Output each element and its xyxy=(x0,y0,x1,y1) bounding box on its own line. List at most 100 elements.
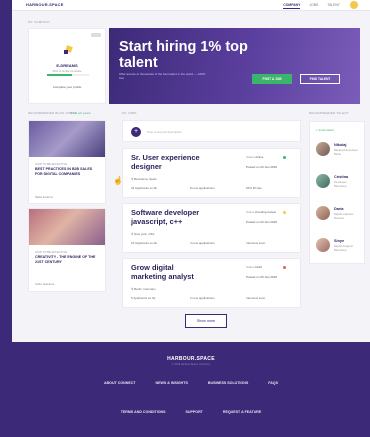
footer-link-support[interactable]: SUPPORT xyxy=(186,410,203,414)
talent-name: Sinye xyxy=(334,239,345,243)
avatar xyxy=(316,238,330,252)
blog-post-author: Nikita Fedorov xyxy=(35,195,54,199)
blog-post-author: Svitlo Sokolova xyxy=(35,282,55,286)
complete-profile-link[interactable]: Complete your profile xyxy=(29,85,105,89)
profile-progress-bar xyxy=(47,74,89,76)
footer-link-faqs[interactable]: FAQS xyxy=(268,381,278,385)
company-logo-icon xyxy=(64,45,73,54)
talent-name: Nikolaj xyxy=(334,143,347,147)
recommended-talent-panel: + Invite talent Nikolaj Backend develope… xyxy=(309,121,365,264)
footer-link-news[interactable]: NEWS & INSIGHTS xyxy=(156,381,188,385)
hero-subtitle: Offer access to thousands of the best ta… xyxy=(119,72,206,80)
avatar xyxy=(316,174,330,188)
job-status-value: Active xyxy=(255,155,264,159)
status-dot-icon xyxy=(283,211,286,214)
job-date-value: 25 Jan 2018 xyxy=(260,275,277,279)
new-job-placeholder: Post a new job description xyxy=(147,130,183,134)
job-status: Status Draft xyxy=(246,265,262,269)
job-new-applications: 8 new applications xyxy=(190,186,215,190)
job-date-value: 22 Jan 2018 xyxy=(260,220,277,224)
job-location: ⚲ New york, USA xyxy=(131,232,155,236)
footer-link-terms[interactable]: TERMS AND CONDITIONS xyxy=(121,410,166,414)
job-status: Status Active xyxy=(246,155,263,159)
job-date-label: Posted on xyxy=(246,220,260,224)
job-title[interactable]: Software developer javascript, c++ xyxy=(131,208,211,226)
find-talent-button[interactable]: FIND TALENT xyxy=(300,74,340,84)
footer-links-row: ABOUT CONNECT NEWS & INSIGHTS BUSINESS S… xyxy=(12,381,370,385)
job-extra: Interview soon xyxy=(246,296,266,300)
status-dot-icon xyxy=(283,156,286,159)
job-status-label: Status xyxy=(246,155,255,159)
main-page: HARBOUR.SPACE COMPANY JOBS TALENT MY COM… xyxy=(12,0,370,342)
job-card[interactable]: Sr. User experience designer ⚲ Barcelona… xyxy=(122,148,301,198)
footer-link-request[interactable]: REQUEST A FEATURE xyxy=(223,410,261,414)
status-dot-icon xyxy=(283,266,286,269)
nav-links: COMPANY JOBS TALENT xyxy=(283,3,340,9)
talent-location: Barcelona xyxy=(334,248,347,252)
view-all-posts-link[interactable]: View all posts xyxy=(70,111,91,115)
blog-post-title[interactable]: BEST PRACTICES IN B2B SALES FOR DIGITAL … xyxy=(35,167,97,177)
job-title[interactable]: Sr. User experience designer xyxy=(131,153,211,171)
nav-link-talent[interactable]: TALENT xyxy=(327,3,340,9)
blog-post-image xyxy=(29,121,105,157)
hero-title: Start hiring 1% top talent xyxy=(119,39,248,71)
job-location-text: Barcelona, Spain xyxy=(134,177,157,181)
job-card[interactable]: Software developer javascript, c++ ⚲ New… xyxy=(122,203,301,253)
talent-location: Moscow xyxy=(334,216,345,220)
job-status-label: Status xyxy=(246,265,255,269)
talent-item[interactable]: Cristina Developer Barcelona xyxy=(316,174,364,194)
plus-icon[interactable]: + xyxy=(131,127,141,137)
job-location: ⚲ Barcelona, Spain xyxy=(131,177,157,181)
job-date-value: 20 Jan 2018 xyxy=(260,165,277,169)
job-location-text: New york, USA xyxy=(134,232,155,236)
nav-link-company[interactable]: COMPANY xyxy=(283,3,301,9)
hand-cursor-icon: ☝ xyxy=(113,176,123,185)
job-title[interactable]: Grow digital marketing analyst xyxy=(131,263,211,281)
company-name: E-DREAMS xyxy=(56,63,78,68)
talent-location: Barcelona xyxy=(334,184,347,188)
talent-name: Cristina xyxy=(334,175,349,179)
job-status-value: Draft xyxy=(255,265,262,269)
blog-post-card[interactable]: HOW TO BE EFFECTIVE CREATIVITY - THE ENG… xyxy=(28,208,106,292)
talent-item[interactable]: Daria Digital marketer Moscow xyxy=(316,206,364,226)
profile-progress-fill xyxy=(47,74,73,76)
job-extra: Interview soon xyxy=(246,241,266,245)
new-job-post-input[interactable]: + Post a new job description xyxy=(122,120,301,142)
job-location: ⚲ Berlin, Germany xyxy=(131,287,156,291)
job-new-applications: 4 new applications xyxy=(190,241,215,245)
top-navigation: HARBOUR.SPACE COMPANY JOBS TALENT xyxy=(12,0,370,11)
talent-item[interactable]: Sinye Digital designer Barcelona xyxy=(316,238,364,258)
company-profile-status: 45% of profile complete xyxy=(52,69,82,73)
nav-link-jobs[interactable]: JOBS xyxy=(309,3,318,9)
job-applicants: 16 Applicants so far xyxy=(131,241,158,245)
brand-logo[interactable]: HARBOUR.SPACE xyxy=(26,2,64,7)
job-status: Status Pending review xyxy=(246,210,276,214)
talent-item[interactable]: Nikolaj Backend developer Berlin xyxy=(316,142,364,162)
job-applicants: 5 Applicants so far xyxy=(131,296,156,300)
show-more-button[interactable]: Show more xyxy=(185,314,227,328)
job-new-applications: 2 new applications xyxy=(190,296,215,300)
job-status-value: Pending review xyxy=(255,210,276,214)
footer-brand[interactable]: HARBOUR.SPACE xyxy=(12,356,370,362)
section-label-company: MY COMPANY xyxy=(28,20,51,24)
user-avatar[interactable] xyxy=(350,1,358,9)
blog-post-title[interactable]: CREATIVITY - THE ENGINE OF THE 21ST CENT… xyxy=(35,255,97,265)
talent-location: Berlin xyxy=(334,152,342,156)
blog-post-image xyxy=(29,209,105,245)
footer-links-row: TERMS AND CONDITIONS SUPPORT REQUEST A F… xyxy=(12,410,370,414)
job-date-label: Posted on xyxy=(246,165,260,169)
avatar xyxy=(316,206,330,220)
hiring-hero-banner: Start hiring 1% top talent Offer access … xyxy=(109,28,360,104)
job-applicants: 34 Applicants so far xyxy=(131,186,158,190)
invite-talent-link[interactable]: + Invite talent xyxy=(316,128,334,132)
job-location-text: Berlin, Germany xyxy=(134,287,156,291)
post-job-button[interactable]: POST A JOB xyxy=(252,74,292,84)
blog-post-card[interactable]: HOW TO BE EFFECTIVE BEST PRACTICES IN B2… xyxy=(28,120,106,204)
blog-post-category: HOW TO BE EFFECTIVE xyxy=(35,162,68,166)
footer-link-about[interactable]: ABOUT CONNECT xyxy=(104,381,136,385)
footer-tagline: © 2018 Harbour.Space University xyxy=(171,363,211,366)
job-card[interactable]: Grow digital marketing analyst ⚲ Berlin,… xyxy=(122,258,301,308)
footer-link-business[interactable]: BUSINESS SOLUTIONS xyxy=(208,381,248,385)
section-label-talent: RECOMMENDED TALENT xyxy=(309,111,349,115)
blog-post-category: HOW TO BE EFFECTIVE xyxy=(35,250,68,254)
